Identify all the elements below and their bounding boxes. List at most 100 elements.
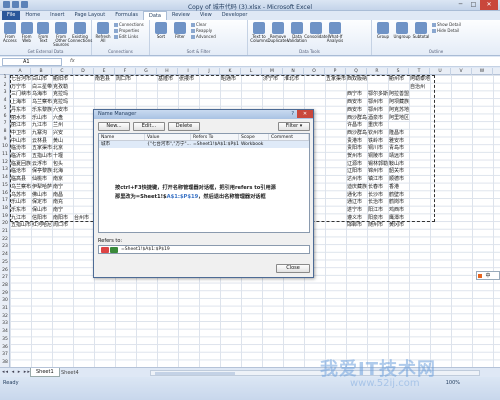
row-header[interactable]: 37 [0,352,10,357]
row-header[interactable]: 5 [0,106,10,111]
scroll-thumb[interactable] [155,372,235,375]
column-header[interactable]: F [115,68,136,75]
cell[interactable]: 红河哈尼族彝族 [31,221,52,229]
row-header[interactable]: 15 [0,183,10,188]
sheet-nav-arrows[interactable]: ◂◂ ◂ ▸ ▸▸ [2,369,31,375]
row-header[interactable]: 22 [0,237,10,242]
row-header[interactable]: 18 [0,206,10,211]
row-header[interactable]: 9 [0,137,10,142]
advanced-button[interactable]: Advanced [191,34,216,39]
close-dialog-button[interactable]: Close [276,264,310,273]
new-name-button[interactable]: New... [98,122,130,131]
column-header[interactable]: K [220,68,241,75]
row-header[interactable]: 23 [0,244,10,249]
edit-name-button[interactable]: Edit... [133,122,165,131]
fx-icon[interactable]: fx [70,58,75,64]
row-header[interactable]: 24 [0,252,10,257]
row-header[interactable]: 31 [0,306,10,311]
row-header[interactable]: 12 [0,160,10,165]
tab-file[interactable]: File [2,11,21,20]
row-header[interactable]: 33 [0,321,10,326]
clear-button[interactable]: Clear [191,22,216,27]
name-row[interactable]: 城市 {"七台河市","万宁"... =Sheet1!$A$1:$P$19 Wo… [99,141,309,148]
header-name[interactable]: Name [99,134,145,140]
row-header[interactable]: 28 [0,283,10,288]
column-header[interactable]: E [94,68,115,75]
column-header[interactable]: D [73,68,94,75]
row-header[interactable]: 16 [0,191,10,196]
column-header[interactable]: C [52,68,73,75]
row-header[interactable]: 34 [0,329,10,334]
row-header[interactable]: 14 [0,175,10,180]
row-header[interactable]: 38 [0,360,10,365]
cell[interactable]: 周口市 [52,221,73,229]
ime-indicator[interactable]: 中 [476,271,500,280]
row-header[interactable]: 30 [0,298,10,303]
row-header[interactable]: 17 [0,198,10,203]
column-header[interactable]: N [283,68,304,75]
row-header[interactable]: 2 [0,83,10,88]
column-header[interactable]: H [157,68,178,75]
tab-view[interactable]: View [195,11,217,20]
row-header[interactable]: 25 [0,260,10,265]
maximize-button[interactable]: □ [467,0,480,10]
cell[interactable]: 自治州 [409,83,430,91]
column-header[interactable]: B [31,68,52,75]
delete-name-button[interactable]: Delete [168,122,200,131]
column-header[interactable]: R [367,68,388,75]
row-header[interactable]: 26 [0,268,10,273]
tab-developer[interactable]: Developer [217,11,253,20]
column-header[interactable]: G [136,68,157,75]
column-header[interactable]: I [178,68,199,75]
row-header[interactable]: 35 [0,337,10,342]
name-box[interactable]: A1 [2,58,62,66]
cell[interactable]: 五指山市 [10,221,31,229]
cell[interactable]: 黄冈市 [388,221,409,229]
row-header[interactable]: 3 [0,90,10,95]
row-header[interactable]: 36 [0,345,10,350]
column-header[interactable]: M [262,68,283,75]
column-header[interactable]: S [388,68,409,75]
tab-home[interactable]: Home [20,11,45,20]
row-header[interactable]: 32 [0,314,10,319]
connections-button[interactable]: Connections [114,22,144,27]
minimize-button[interactable]: ─ [454,0,467,10]
column-header[interactable]: W [472,68,493,75]
row-header[interactable]: 21 [0,229,10,234]
close-window-button[interactable]: ✕ [480,0,498,10]
row-header[interactable]: 1 [0,75,10,80]
tab-formulas[interactable]: Formulas [110,11,143,20]
row-header[interactable]: 6 [0,114,10,119]
sheet-tab-sheet4[interactable]: Sheet4 [56,369,84,377]
column-header[interactable]: U [430,68,451,75]
tab-page-layout[interactable]: Page Layout [69,11,110,20]
column-header[interactable]: T [409,68,430,75]
zoom-level[interactable]: 100% [446,380,460,386]
cell[interactable]: 随州市 [367,221,388,229]
cell[interactable]: 阿里地区 [388,114,409,122]
cell[interactable] [325,221,346,229]
row-header[interactable]: 20 [0,221,10,226]
help-icon[interactable]: ? [291,110,294,119]
header-comment[interactable]: Comment [269,134,309,140]
row-header[interactable]: 27 [0,275,10,280]
column-header[interactable]: O [304,68,325,75]
row-header[interactable]: 13 [0,167,10,172]
tab-review[interactable]: Review [167,11,195,20]
confirm-edit-icon[interactable] [110,247,118,253]
cell[interactable]: 邯郸市 [346,221,367,229]
reapply-button[interactable]: Reapply [191,28,216,33]
cell[interactable] [73,221,94,229]
column-header[interactable]: L [241,68,262,75]
tab-data[interactable]: Data [143,11,167,20]
dialog-close-icon[interactable]: ✕ [297,110,313,118]
row-header[interactable]: 10 [0,144,10,149]
row-header[interactable]: 4 [0,98,10,103]
row-header[interactable]: 8 [0,129,10,134]
properties-button[interactable]: Properties [114,28,144,33]
horizontal-scrollbar[interactable] [150,370,480,376]
column-header[interactable]: P [325,68,346,75]
filter-dropdown-button[interactable]: Filter ▾ [278,122,310,131]
column-header[interactable]: A [10,68,31,75]
header-value[interactable]: Value [145,134,191,140]
